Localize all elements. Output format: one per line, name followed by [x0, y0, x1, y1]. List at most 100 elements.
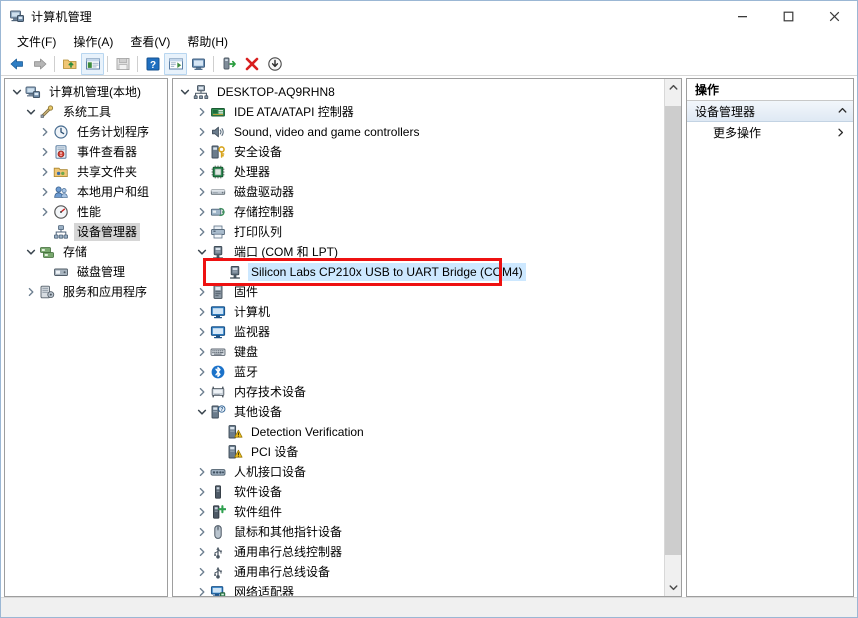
export-list-button[interactable]	[111, 53, 134, 75]
help-button[interactable]: ?	[141, 53, 164, 75]
chevron-right-icon[interactable]	[194, 547, 210, 557]
chevron-down-icon[interactable]	[194, 407, 210, 417]
device-tree-item[interactable]: 计算机	[173, 302, 664, 322]
device-tree-item[interactable]: Sound, video and game controllers	[173, 122, 664, 142]
device-tree-item[interactable]: 磁盘驱动器	[173, 182, 664, 202]
device-tree-item[interactable]: 安全设备	[173, 142, 664, 162]
console-tree-item[interactable]: 共享文件夹	[5, 162, 167, 182]
back-button[interactable]	[5, 53, 28, 75]
chevron-right-icon[interactable]	[194, 387, 210, 397]
console-tree-item[interactable]: 事件查看器	[5, 142, 167, 162]
device-tree-scrollbar[interactable]	[664, 79, 681, 596]
chevron-right-icon[interactable]	[194, 147, 210, 157]
maximize-button[interactable]	[765, 1, 811, 31]
console-tree-item[interactable]: 磁盘管理	[5, 262, 167, 282]
chevron-down-icon[interactable]	[23, 247, 39, 257]
device-tree-item[interactable]: 软件设备	[173, 482, 664, 502]
device-tree-item[interactable]: 软件组件	[173, 502, 664, 522]
chevron-down-icon[interactable]	[177, 87, 193, 97]
device-tree-item[interactable]: 监视器	[173, 322, 664, 342]
svg-text:?: ?	[149, 60, 155, 71]
chevron-right-icon[interactable]	[194, 567, 210, 577]
red-x-icon	[244, 56, 260, 72]
action-more-actions[interactable]: 更多操作	[687, 122, 853, 143]
device-tree-item[interactable]: DESKTOP-AQ9RHN8	[173, 82, 664, 102]
chevron-up-icon[interactable]	[838, 104, 847, 118]
chevron-right-icon[interactable]	[194, 327, 210, 337]
console-tree-item[interactable]: 计算机管理(本地)	[5, 82, 167, 102]
chevron-right-icon[interactable]	[37, 187, 53, 197]
device-tree-item[interactable]: 鼠标和其他指针设备	[173, 522, 664, 542]
forward-button[interactable]	[28, 53, 51, 75]
device-tree-item[interactable]: 人机接口设备	[173, 462, 664, 482]
device-tree-item[interactable]: IDE ATA/ATAPI 控制器	[173, 102, 664, 122]
device-tree-item[interactable]: 蓝牙	[173, 362, 664, 382]
up-one-level-button[interactable]	[58, 53, 81, 75]
console-tree-item[interactable]: 系统工具	[5, 102, 167, 122]
close-button[interactable]	[811, 1, 857, 31]
chevron-right-icon[interactable]	[194, 487, 210, 497]
device-tree-item[interactable]: 固件	[173, 282, 664, 302]
minimize-button[interactable]	[719, 1, 765, 31]
device-tree-item[interactable]: 键盘	[173, 342, 664, 362]
chevron-right-icon[interactable]	[194, 287, 210, 297]
chevron-down-icon[interactable]	[23, 107, 39, 117]
update-driver-button[interactable]	[187, 53, 210, 75]
device-tree-item[interactable]: 端口 (COM 和 LPT)	[173, 242, 664, 262]
scan-hardware-button[interactable]	[217, 53, 240, 75]
chevron-right-icon[interactable]	[194, 127, 210, 137]
chevron-right-icon[interactable]	[194, 227, 210, 237]
chevron-right-icon[interactable]	[194, 587, 210, 596]
device-tree-item[interactable]: 内存技术设备	[173, 382, 664, 402]
device-tree-item[interactable]: 打印队列	[173, 222, 664, 242]
chevron-right-icon[interactable]	[37, 207, 53, 217]
properties-button[interactable]	[164, 53, 187, 75]
chevron-right-icon[interactable]	[194, 187, 210, 197]
chevron-down-icon[interactable]	[194, 247, 210, 257]
tree-item-label: 安全设备	[231, 143, 285, 161]
device-tree-item[interactable]: 通用串行总线控制器	[173, 542, 664, 562]
scrollbar-thumb[interactable]	[665, 106, 682, 555]
device-tree-item[interactable]: 网络适配器	[173, 582, 664, 596]
menu-file[interactable]: 文件(F)	[9, 31, 65, 52]
device-tree-item[interactable]: Detection Verification	[173, 422, 664, 442]
actions-group-device-manager[interactable]: 设备管理器	[687, 101, 853, 122]
chevron-right-icon[interactable]	[194, 527, 210, 537]
menu-action[interactable]: 操作(A)	[65, 31, 122, 52]
chevron-right-icon[interactable]	[37, 147, 53, 157]
chevron-right-icon[interactable]	[194, 307, 210, 317]
device-tree-item[interactable]: 存储控制器	[173, 202, 664, 222]
chevron-right-icon[interactable]	[194, 507, 210, 517]
device-tree-item[interactable]: PCI 设备	[173, 442, 664, 462]
scroll-down-button[interactable]	[665, 579, 682, 596]
chevron-down-icon[interactable]	[9, 87, 25, 97]
chevron-right-icon[interactable]	[194, 347, 210, 357]
console-tree-item[interactable]: 性能	[5, 202, 167, 222]
show-hide-tree-button[interactable]	[81, 53, 104, 75]
chevron-right-icon[interactable]	[23, 287, 39, 297]
chevron-right-icon[interactable]	[194, 107, 210, 117]
uninstall-device-button[interactable]	[240, 53, 263, 75]
console-tree-item[interactable]: 本地用户和组	[5, 182, 167, 202]
chevron-right-icon[interactable]	[194, 467, 210, 477]
chevron-right-icon[interactable]	[37, 127, 53, 137]
device-tree-item[interactable]: ?其他设备	[173, 402, 664, 422]
tree-item-label: 通用串行总线控制器	[231, 543, 345, 561]
console-tree-item[interactable]: 服务和应用程序	[5, 282, 167, 302]
chevron-right-icon[interactable]	[37, 167, 53, 177]
down-arrow-circle-icon	[267, 56, 283, 72]
console-tree-item[interactable]: 设备管理器	[5, 222, 167, 242]
chevron-right-icon[interactable]	[194, 207, 210, 217]
device-tree-item[interactable]: 通用串行总线设备	[173, 562, 664, 582]
console-tree-item[interactable]: 存储	[5, 242, 167, 262]
chevron-right-icon[interactable]	[194, 167, 210, 177]
device-tree-item[interactable]: 处理器	[173, 162, 664, 182]
device-tree-item[interactable]: Silicon Labs CP210x USB to UART Bridge (…	[173, 262, 664, 282]
console-tree-item[interactable]: 任务计划程序	[5, 122, 167, 142]
menu-view[interactable]: 查看(V)	[122, 31, 179, 52]
disable-device-button[interactable]	[263, 53, 286, 75]
menu-help[interactable]: 帮助(H)	[179, 31, 237, 52]
scrollbar-track[interactable]	[665, 96, 682, 579]
scroll-up-button[interactable]	[665, 79, 682, 96]
chevron-right-icon[interactable]	[194, 367, 210, 377]
